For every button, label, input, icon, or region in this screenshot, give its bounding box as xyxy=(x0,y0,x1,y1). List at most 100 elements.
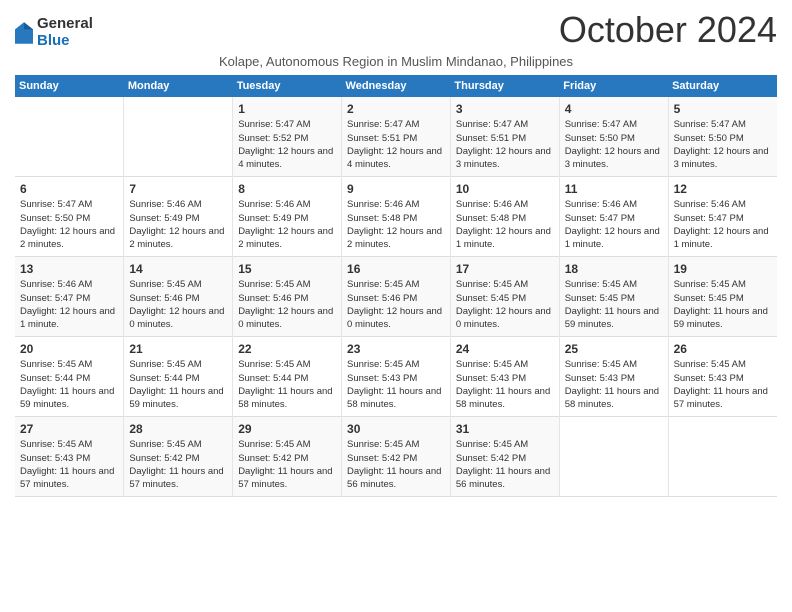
day-number: 24 xyxy=(456,341,554,358)
day-info: Sunset: 5:45 PM xyxy=(565,292,663,305)
day-info: Daylight: 12 hours and 3 minutes. xyxy=(456,145,554,172)
day-info: Daylight: 12 hours and 0 minutes. xyxy=(129,305,227,332)
calendar-cell xyxy=(124,97,233,176)
day-number: 15 xyxy=(238,261,336,278)
day-info: Sunset: 5:43 PM xyxy=(456,372,554,385)
calendar-cell: 11Sunrise: 5:46 AMSunset: 5:47 PMDayligh… xyxy=(559,176,668,256)
day-number: 14 xyxy=(129,261,227,278)
day-info: Sunset: 5:52 PM xyxy=(238,132,336,145)
day-number: 1 xyxy=(238,101,336,118)
day-info: Daylight: 11 hours and 59 minutes. xyxy=(565,305,663,332)
day-info: Daylight: 12 hours and 1 minute. xyxy=(456,225,554,252)
day-number: 11 xyxy=(565,181,663,198)
day-info: Sunset: 5:42 PM xyxy=(347,452,445,465)
day-info: Daylight: 11 hours and 56 minutes. xyxy=(456,465,554,492)
day-number: 13 xyxy=(20,261,118,278)
day-info: Sunset: 5:44 PM xyxy=(238,372,336,385)
day-info: Sunset: 5:47 PM xyxy=(565,212,663,225)
day-info: Daylight: 12 hours and 2 minutes. xyxy=(347,225,445,252)
logo-general: General xyxy=(37,15,93,32)
day-number: 28 xyxy=(129,421,227,438)
day-info: Daylight: 12 hours and 0 minutes. xyxy=(456,305,554,332)
day-info: Daylight: 11 hours and 57 minutes. xyxy=(674,385,772,412)
calendar-cell: 31Sunrise: 5:45 AMSunset: 5:42 PMDayligh… xyxy=(450,416,559,496)
day-info: Sunrise: 5:45 AM xyxy=(674,278,772,291)
day-number: 25 xyxy=(565,341,663,358)
day-number: 6 xyxy=(20,181,118,198)
day-header-row: SundayMondayTuesdayWednesdayThursdayFrid… xyxy=(15,75,777,97)
day-info: Sunset: 5:46 PM xyxy=(347,292,445,305)
day-number: 23 xyxy=(347,341,445,358)
day-info: Sunrise: 5:47 AM xyxy=(565,118,663,131)
day-info: Sunrise: 5:45 AM xyxy=(129,278,227,291)
day-number: 22 xyxy=(238,341,336,358)
calendar-cell: 24Sunrise: 5:45 AMSunset: 5:43 PMDayligh… xyxy=(450,336,559,416)
day-number: 9 xyxy=(347,181,445,198)
day-info: Sunrise: 5:46 AM xyxy=(456,198,554,211)
day-info: Sunset: 5:43 PM xyxy=(20,452,118,465)
day-number: 30 xyxy=(347,421,445,438)
day-info: Daylight: 12 hours and 2 minutes. xyxy=(20,225,118,252)
calendar-cell: 15Sunrise: 5:45 AMSunset: 5:46 PMDayligh… xyxy=(233,256,342,336)
day-info: Daylight: 12 hours and 2 minutes. xyxy=(238,225,336,252)
day-info: Daylight: 11 hours and 57 minutes. xyxy=(20,465,118,492)
day-info: Sunset: 5:49 PM xyxy=(129,212,227,225)
day-info: Sunrise: 5:46 AM xyxy=(238,198,336,211)
calendar-cell: 23Sunrise: 5:45 AMSunset: 5:43 PMDayligh… xyxy=(342,336,451,416)
calendar-cell xyxy=(15,97,124,176)
title-area: October 2024 xyxy=(559,10,777,50)
day-info: Sunset: 5:43 PM xyxy=(565,372,663,385)
calendar-cell: 14Sunrise: 5:45 AMSunset: 5:46 PMDayligh… xyxy=(124,256,233,336)
day-number: 3 xyxy=(456,101,554,118)
day-info: Sunset: 5:49 PM xyxy=(238,212,336,225)
calendar-cell: 21Sunrise: 5:45 AMSunset: 5:44 PMDayligh… xyxy=(124,336,233,416)
day-number: 2 xyxy=(347,101,445,118)
day-number: 18 xyxy=(565,261,663,278)
day-info: Sunrise: 5:45 AM xyxy=(238,438,336,451)
day-info: Sunrise: 5:47 AM xyxy=(347,118,445,131)
calendar-cell: 19Sunrise: 5:45 AMSunset: 5:45 PMDayligh… xyxy=(668,256,777,336)
day-info: Sunrise: 5:45 AM xyxy=(456,278,554,291)
day-info: Daylight: 12 hours and 4 minutes. xyxy=(238,145,336,172)
header-saturday: Saturday xyxy=(668,75,777,97)
header: General Blue October 2024 xyxy=(15,10,777,50)
logo-icon xyxy=(15,22,33,44)
day-info: Sunrise: 5:45 AM xyxy=(129,438,227,451)
day-info: Sunset: 5:42 PM xyxy=(238,452,336,465)
logo-blue: Blue xyxy=(37,32,70,49)
day-info: Sunset: 5:51 PM xyxy=(347,132,445,145)
day-info: Sunrise: 5:45 AM xyxy=(674,358,772,371)
day-info: Sunset: 5:45 PM xyxy=(674,292,772,305)
calendar-cell: 29Sunrise: 5:45 AMSunset: 5:42 PMDayligh… xyxy=(233,416,342,496)
header-wednesday: Wednesday xyxy=(342,75,451,97)
day-number: 20 xyxy=(20,341,118,358)
day-info: Sunrise: 5:46 AM xyxy=(129,198,227,211)
calendar-cell: 25Sunrise: 5:45 AMSunset: 5:43 PMDayligh… xyxy=(559,336,668,416)
calendar-cell: 13Sunrise: 5:46 AMSunset: 5:47 PMDayligh… xyxy=(15,256,124,336)
day-info: Sunset: 5:50 PM xyxy=(674,132,772,145)
day-info: Sunset: 5:47 PM xyxy=(20,292,118,305)
day-info: Sunrise: 5:45 AM xyxy=(565,358,663,371)
day-info: Sunrise: 5:47 AM xyxy=(20,198,118,211)
day-info: Daylight: 12 hours and 1 minute. xyxy=(565,225,663,252)
day-number: 12 xyxy=(674,181,772,198)
calendar-cell: 5Sunrise: 5:47 AMSunset: 5:50 PMDaylight… xyxy=(668,97,777,176)
day-info: Sunrise: 5:46 AM xyxy=(347,198,445,211)
day-info: Sunrise: 5:45 AM xyxy=(129,358,227,371)
day-number: 8 xyxy=(238,181,336,198)
week-row-3: 13Sunrise: 5:46 AMSunset: 5:47 PMDayligh… xyxy=(15,256,777,336)
day-info: Daylight: 11 hours and 57 minutes. xyxy=(238,465,336,492)
day-info: Sunset: 5:48 PM xyxy=(456,212,554,225)
day-number: 27 xyxy=(20,421,118,438)
day-info: Daylight: 11 hours and 58 minutes. xyxy=(565,385,663,412)
header-sunday: Sunday xyxy=(15,75,124,97)
day-info: Sunrise: 5:45 AM xyxy=(347,438,445,451)
calendar-cell: 4Sunrise: 5:47 AMSunset: 5:50 PMDaylight… xyxy=(559,97,668,176)
day-number: 21 xyxy=(129,341,227,358)
day-info: Sunrise: 5:45 AM xyxy=(565,278,663,291)
day-info: Sunset: 5:44 PM xyxy=(20,372,118,385)
calendar-cell: 26Sunrise: 5:45 AMSunset: 5:43 PMDayligh… xyxy=(668,336,777,416)
calendar-cell: 28Sunrise: 5:45 AMSunset: 5:42 PMDayligh… xyxy=(124,416,233,496)
day-info: Sunrise: 5:47 AM xyxy=(238,118,336,131)
day-info: Sunset: 5:45 PM xyxy=(456,292,554,305)
